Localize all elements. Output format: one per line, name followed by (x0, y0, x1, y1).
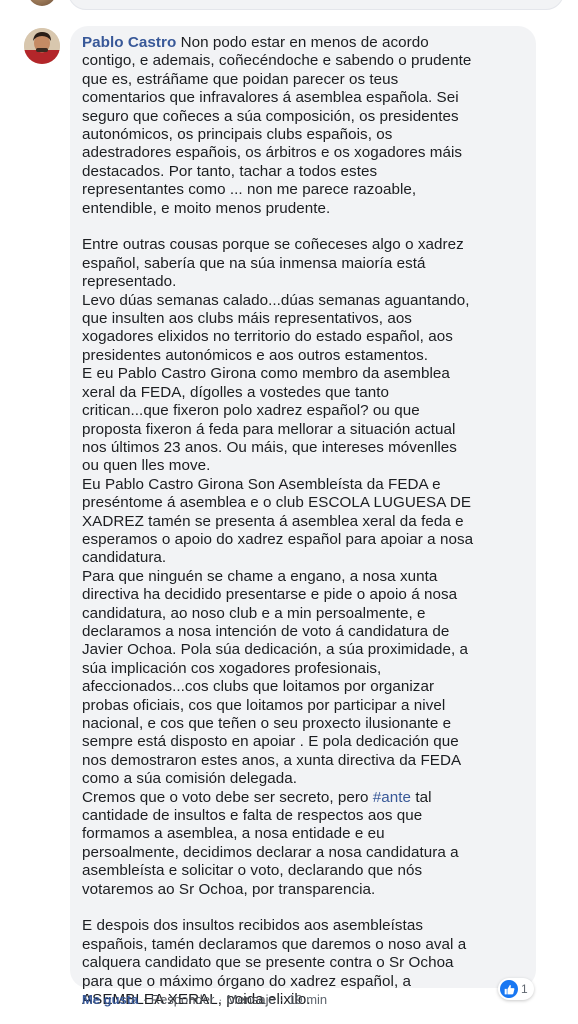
like-button[interactable]: Me gusta (82, 992, 138, 1007)
hashtag-link[interactable]: #ante (373, 789, 411, 806)
comment-actions: Me gusta · Responder · Mensaje · 19 min (82, 992, 327, 1007)
comment-text: Entre outras cousas porque se coñeceses … (82, 236, 474, 806)
timestamp[interactable]: 19 min (288, 992, 327, 1007)
separator: · (218, 992, 223, 1007)
separator: · (142, 992, 147, 1007)
comment-text: Non podo estar en menos de acordo contig… (82, 34, 472, 217)
thumbs-up-icon (500, 980, 518, 998)
avatar[interactable] (24, 28, 60, 64)
comment-author[interactable]: Pablo Castro (82, 34, 176, 51)
reactions-badge[interactable]: 1 (498, 978, 534, 1000)
message-button[interactable]: Mensaje (227, 992, 276, 1007)
reaction-count: 1 (521, 982, 528, 996)
avatar-photo (24, 28, 60, 64)
comment-paragraph: Entre outras cousas porque se coñeceses … (82, 236, 526, 899)
comment-bubble: Pablo Castro Non podo estar en menos de … (70, 26, 536, 1008)
comment-paragraph: Pablo Castro Non podo estar en menos de … (82, 34, 526, 218)
reply-button[interactable]: Responder (151, 992, 215, 1007)
previous-commenter-avatar[interactable] (28, 0, 56, 6)
separator: · (279, 992, 285, 1007)
previous-comment-bubble (68, 0, 564, 10)
